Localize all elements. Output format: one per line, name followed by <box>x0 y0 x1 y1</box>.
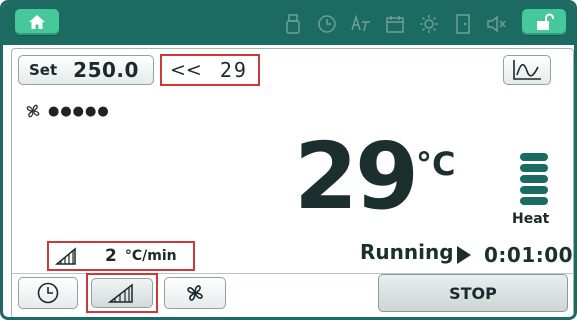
stop-button[interactable]: STOP <box>378 274 568 312</box>
top-bar <box>3 3 574 45</box>
ramp-rate-unit: °C/min <box>124 248 177 264</box>
door-icon <box>451 13 475 35</box>
fan-button[interactable] <box>164 277 226 309</box>
play-icon <box>457 246 471 264</box>
fan-icon <box>26 104 40 118</box>
fan-speed-indicator: ●●●●● <box>24 102 110 120</box>
ramp-button[interactable] <box>91 278 153 308</box>
graph-button[interactable] <box>503 55 551 85</box>
ramp-rate-display: 2 °C/min <box>47 241 195 271</box>
heat-bar <box>520 153 548 161</box>
calendar-icon <box>383 13 407 35</box>
temperature-unit: °C <box>416 145 456 183</box>
sound-muted-icon <box>485 13 509 35</box>
heat-bar <box>520 164 548 172</box>
ramp-target-display: << 29 <box>160 54 260 86</box>
run-status: Running <box>360 240 454 264</box>
device-screen: Set 250.0 << 29 ●●●●● 29 °C Heat 2 °C/mi… <box>0 0 577 320</box>
timer-button[interactable] <box>18 277 78 309</box>
clock-icon <box>37 282 59 304</box>
ramp-direction: << <box>170 59 202 81</box>
ramp-target-value: 29 <box>219 58 248 82</box>
status-icon-row <box>281 11 509 37</box>
graph-icon <box>513 60 541 80</box>
home-button[interactable] <box>15 9 59 35</box>
usb-icon <box>281 13 305 35</box>
main-panel: Set 250.0 << 29 ●●●●● 29 °C Heat 2 °C/mi… <box>11 48 574 317</box>
fan-speed-dots: ●●●●● <box>48 103 110 119</box>
clock-status-icon <box>315 13 339 35</box>
brightness-icon <box>417 13 441 35</box>
home-icon <box>29 15 45 29</box>
unlock-icon <box>537 13 554 30</box>
ramp-rate-value: 2 <box>105 246 117 266</box>
heat-level-bars <box>520 153 548 205</box>
ramp-button-highlight <box>86 273 158 313</box>
heat-bar <box>520 197 548 205</box>
heat-label: Heat <box>512 211 550 227</box>
language-icon <box>349 13 373 35</box>
setpoint-value: 250.0 <box>73 58 139 82</box>
unlock-button[interactable] <box>522 9 566 35</box>
setpoint-button[interactable]: Set 250.0 <box>18 55 154 85</box>
ramp-icon <box>108 283 133 303</box>
heat-bar <box>520 186 548 194</box>
current-temperature: 29 <box>294 123 419 230</box>
ramp-rate-icon <box>55 247 76 265</box>
heat-bar <box>520 175 548 183</box>
elapsed-time: 0:01:00 <box>484 243 574 267</box>
setpoint-label: Set <box>29 61 58 79</box>
fan-icon <box>187 285 203 301</box>
